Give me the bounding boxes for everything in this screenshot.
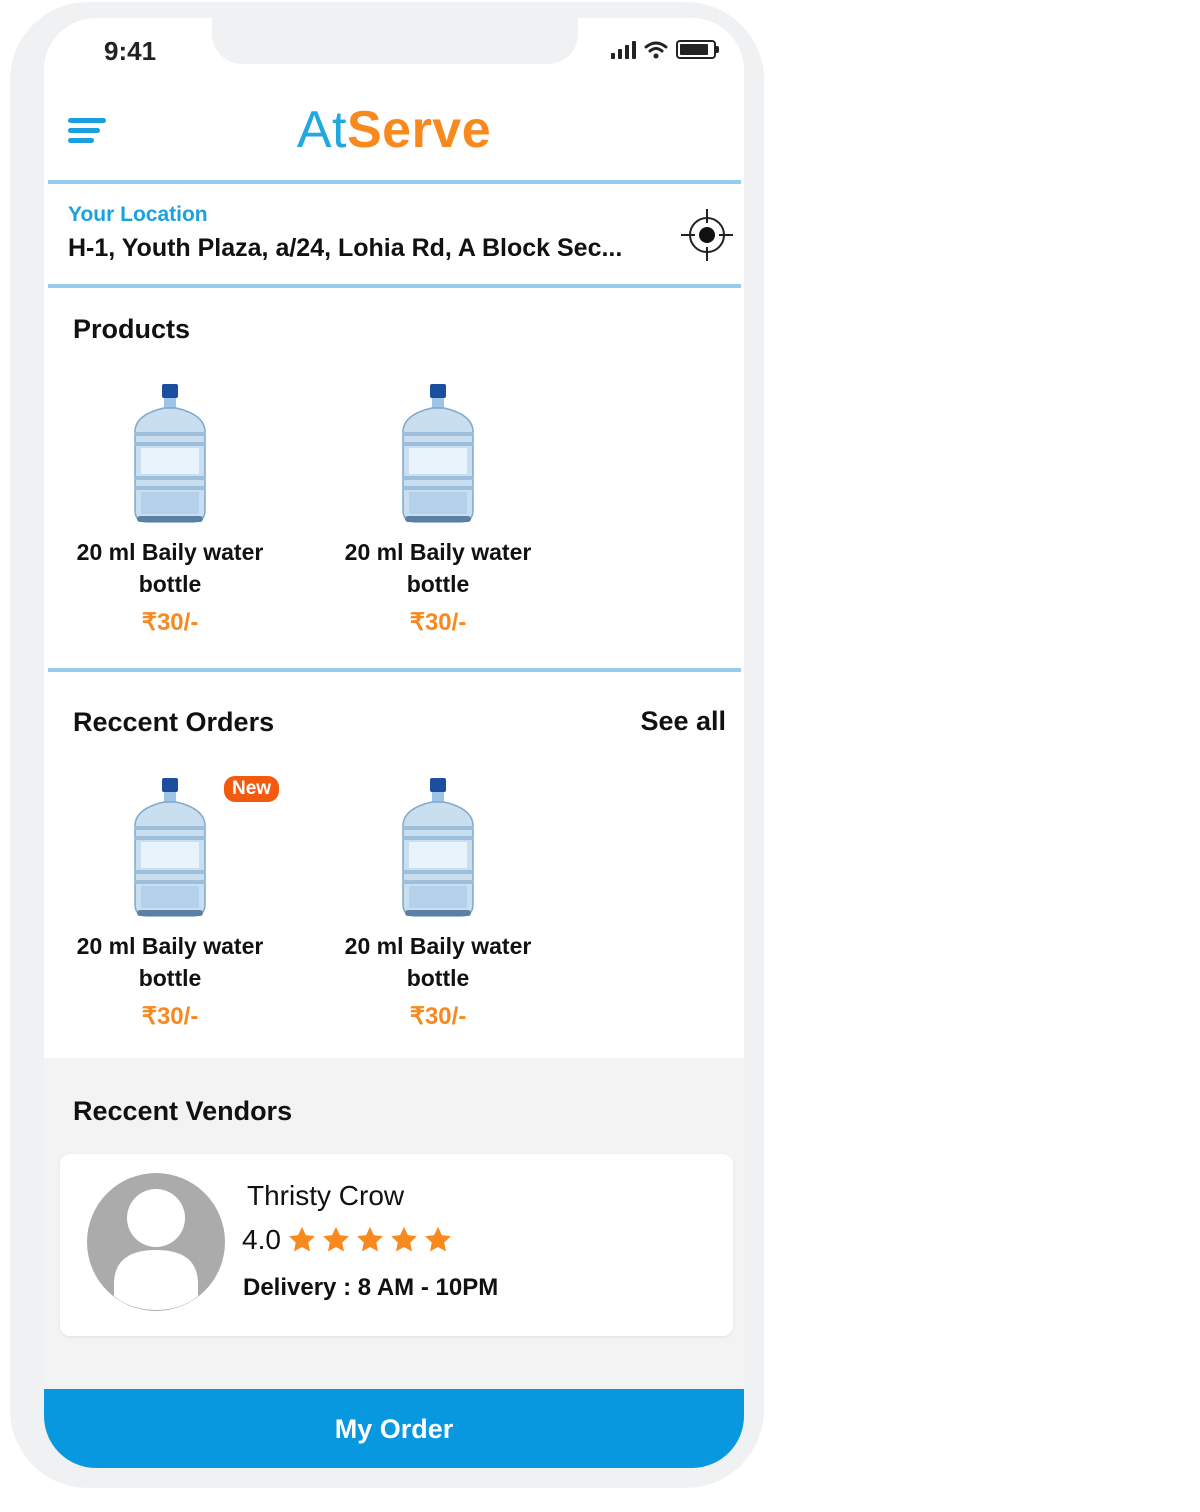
water-bottle-icon bbox=[402, 384, 474, 523]
water-bottle-icon bbox=[402, 778, 474, 917]
vendor-rating: 4.0 bbox=[242, 1224, 453, 1256]
star-icon bbox=[289, 1226, 315, 1252]
water-bottle-icon bbox=[134, 778, 206, 917]
product-card[interactable]: 20 ml Baily water bottle ₹30/- bbox=[318, 384, 558, 637]
battery-icon bbox=[676, 40, 719, 59]
star-icon bbox=[357, 1226, 383, 1252]
order-card[interactable]: New 20 ml Baily water bottle ₹30/- bbox=[50, 776, 290, 1031]
status-time: 9:41 bbox=[104, 36, 157, 66]
divider bbox=[48, 668, 741, 672]
product-name: 20 ml Baily water bottle bbox=[344, 933, 532, 991]
status-icons bbox=[611, 40, 719, 59]
product-name: 20 ml Baily water bottle bbox=[344, 539, 532, 597]
new-badge: New bbox=[224, 776, 280, 802]
app-screen: 9:41 AtServe Your Location H-1, Youth Pl… bbox=[44, 18, 744, 1468]
products-title: Products bbox=[73, 314, 191, 344]
product-price: ₹30/- bbox=[409, 1003, 467, 1030]
wifi-icon bbox=[644, 41, 668, 58]
location-label: Your Location bbox=[68, 203, 208, 226]
crosshair-icon[interactable] bbox=[680, 208, 734, 262]
recent-vendors-title: Reccent Vendors bbox=[73, 1096, 293, 1126]
product-price: ₹30/- bbox=[141, 1003, 199, 1030]
product-name: 20 ml Baily water bottle bbox=[76, 539, 264, 597]
star-icon bbox=[391, 1226, 417, 1252]
star-icon bbox=[323, 1226, 349, 1252]
product-name: 20 ml Baily water bottle bbox=[76, 933, 264, 991]
signal-icon bbox=[611, 40, 636, 59]
vendor-delivery-hours: Delivery : 8 AM - 10PM bbox=[243, 1274, 499, 1301]
see-all-link[interactable]: See all bbox=[640, 706, 726, 737]
location-address[interactable]: H-1, Youth Plaza, a/24, Lohia Rd, A Bloc… bbox=[68, 234, 668, 263]
product-price: ₹30/- bbox=[141, 609, 199, 636]
product-price: ₹30/- bbox=[409, 609, 467, 636]
product-card[interactable]: 20 ml Baily water bottle ₹30/- bbox=[50, 384, 290, 637]
avatar-icon bbox=[87, 1173, 225, 1311]
rating-value: 4.0 bbox=[242, 1224, 281, 1255]
water-bottle-icon bbox=[134, 384, 206, 523]
vendor-name: Thristy Crow bbox=[247, 1180, 405, 1211]
divider bbox=[48, 180, 741, 184]
star-icon bbox=[425, 1226, 451, 1252]
divider bbox=[48, 284, 741, 288]
vendor-card[interactable]: Thristy Crow 4.0 Delivery : 8 AM - 10PM bbox=[60, 1154, 733, 1336]
logo-serve: Serve bbox=[346, 101, 492, 159]
recent-orders-title: Reccent Orders bbox=[73, 707, 275, 737]
my-order-button[interactable]: My Order bbox=[44, 1389, 744, 1468]
logo-at: At bbox=[296, 101, 347, 159]
app-logo: AtServe bbox=[44, 100, 744, 160]
phone-notch bbox=[212, 18, 578, 64]
order-card[interactable]: 20 ml Baily water bottle ₹30/- bbox=[318, 778, 558, 1031]
